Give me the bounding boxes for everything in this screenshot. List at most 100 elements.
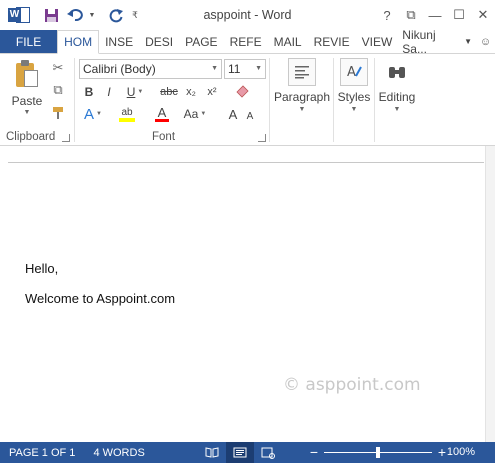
paste-label: Paste — [11, 94, 43, 108]
window-controls: ? ⧉ — ☐ ✕ — [375, 0, 495, 30]
zoom-control: − + — [307, 442, 449, 463]
binoculars-icon — [383, 58, 411, 86]
ribbon-display-icon[interactable]: ⧉ — [399, 0, 423, 30]
page-count[interactable]: PAGE 1 OF 1 — [0, 447, 84, 459]
svg-text:A: A — [347, 65, 356, 80]
watermark: © asppoint.com — [283, 375, 421, 395]
undo-dropdown-icon[interactable]: ▼ — [86, 0, 98, 30]
text-effects-label: A — [84, 105, 95, 123]
tab-design[interactable]: DESI — [139, 30, 179, 53]
web-layout-icon[interactable] — [254, 442, 282, 463]
grow-font-button[interactable]: A — [226, 105, 240, 123]
font-color-swatch — [155, 118, 169, 122]
vertical-scrollbar[interactable] — [485, 146, 495, 442]
clipboard-icon — [14, 60, 40, 90]
chevron-down-icon: ▼ — [23, 109, 31, 116]
font-color-label: A — [157, 104, 167, 120]
copy-icon[interactable]: ⧉ — [50, 82, 66, 98]
group-divider — [374, 58, 375, 142]
strikethrough-button[interactable]: abc — [157, 83, 181, 101]
chevron-down-icon: ▼ — [96, 111, 102, 117]
zoom-level[interactable]: 100% — [447, 442, 475, 463]
view-buttons — [198, 442, 282, 463]
chevron-down-icon: ▼ — [464, 37, 472, 46]
chevron-down-icon: ▼ — [200, 111, 207, 117]
tab-page-layout[interactable]: PAGE — [179, 30, 223, 53]
tab-references[interactable]: REFE — [224, 30, 268, 53]
chevron-down-icon: ▼ — [137, 89, 144, 95]
status-bar: PAGE 1 OF 1 4 WORDS − + 100% — [0, 442, 495, 463]
italic-button[interactable]: I — [101, 83, 117, 101]
change-case-label: Aa — [183, 107, 199, 121]
ribbon-tabs: FILE HOM INSE DESI PAGE REFE MAIL REVIE … — [0, 28, 495, 56]
format-painter-icon[interactable] — [50, 105, 66, 121]
clipboard-group-label: Clipboard — [6, 131, 56, 143]
group-divider — [269, 58, 270, 142]
paragraph-icon — [288, 58, 316, 86]
editing-button[interactable]: Editing ▼ — [377, 58, 417, 113]
subscript-button[interactable]: x₂ — [182, 83, 200, 101]
minimize-icon[interactable]: — — [423, 0, 447, 30]
quick-access-toolbar: W ▼ ₹ — [0, 0, 142, 30]
redo-icon[interactable] — [104, 0, 128, 30]
read-mode-icon[interactable] — [198, 442, 226, 463]
user-account[interactable]: Nikunj Sa... ▼ — [398, 28, 476, 56]
print-layout-icon[interactable] — [226, 442, 254, 463]
highlight-color-button[interactable]: ab — [113, 105, 141, 123]
help-icon[interactable]: ? — [375, 0, 399, 30]
highlight-label: ab — [121, 106, 133, 118]
paragraph-button[interactable]: Paragraph ▼ — [273, 58, 331, 113]
styles-icon: A — [340, 58, 368, 86]
tab-insert[interactable]: INSE — [99, 30, 139, 53]
document-area[interactable]: Hello, Welcome to Asppoint.com © asppoin… — [0, 146, 495, 442]
bold-button[interactable]: B — [81, 83, 97, 101]
font-color-button[interactable]: A — [150, 105, 174, 123]
chevron-down-icon: ▼ — [211, 65, 218, 72]
font-group-label: Font — [152, 131, 176, 143]
highlight-swatch — [119, 117, 135, 122]
save-icon[interactable] — [38, 0, 64, 30]
styles-button[interactable]: A Styles ▼ — [337, 58, 371, 113]
zoom-slider-thumb[interactable] — [376, 447, 380, 458]
document-line[interactable]: Hello, — [25, 261, 58, 276]
cut-icon[interactable]: ✂ — [50, 60, 66, 76]
tab-mailings[interactable]: MAIL — [268, 30, 308, 53]
chevron-down-icon: ▼ — [255, 65, 262, 72]
word-app-icon[interactable]: W — [8, 6, 30, 24]
underline-button[interactable]: U ▼ — [123, 83, 147, 101]
chevron-down-icon: ▼ — [298, 106, 306, 113]
smiley-feedback-icon[interactable]: ☺ — [476, 30, 495, 53]
font-name-value: Calibri (Body) — [83, 62, 156, 76]
font-launcher-icon[interactable] — [258, 134, 266, 142]
styles-label: Styles — [337, 90, 371, 104]
editing-label: Editing — [378, 90, 416, 104]
tab-home[interactable]: HOM — [57, 30, 100, 54]
zoom-slider[interactable] — [324, 447, 432, 458]
paste-button[interactable]: Paste ▼ — [8, 60, 46, 116]
page-top-edge — [8, 162, 484, 163]
close-icon[interactable]: ✕ — [471, 0, 495, 30]
text-effects-button[interactable]: A ▼ — [81, 105, 105, 123]
group-divider — [333, 58, 334, 142]
shrink-font-button[interactable]: A — [244, 107, 256, 125]
group-divider — [74, 58, 75, 142]
superscript-button[interactable]: x² — [203, 83, 221, 101]
tab-review[interactable]: REVIE — [308, 30, 356, 53]
clear-formatting-icon[interactable] — [234, 83, 250, 99]
font-size-value: 11 — [228, 62, 241, 76]
document-line[interactable]: Welcome to Asppoint.com — [25, 291, 175, 306]
tab-file[interactable]: FILE — [0, 30, 58, 53]
word-count[interactable]: 4 WORDS — [84, 447, 153, 459]
zoom-out-button[interactable]: − — [307, 442, 321, 463]
undo-icon[interactable] — [64, 0, 86, 30]
tab-view[interactable]: VIEW — [356, 30, 399, 53]
maximize-icon[interactable]: ☐ — [447, 0, 471, 30]
chevron-down-icon: ▼ — [350, 106, 358, 113]
customize-toolbar-icon[interactable]: ₹ — [128, 0, 142, 30]
font-size-box[interactable]: 11 ▼ — [224, 59, 266, 79]
font-name-box[interactable]: Calibri (Body) ▼ — [79, 59, 222, 79]
clipboard-launcher-icon[interactable] — [62, 134, 70, 142]
change-case-button[interactable]: Aa ▼ — [181, 105, 209, 123]
paragraph-label: Paragraph — [273, 90, 331, 104]
chevron-down-icon: ▼ — [393, 106, 401, 113]
